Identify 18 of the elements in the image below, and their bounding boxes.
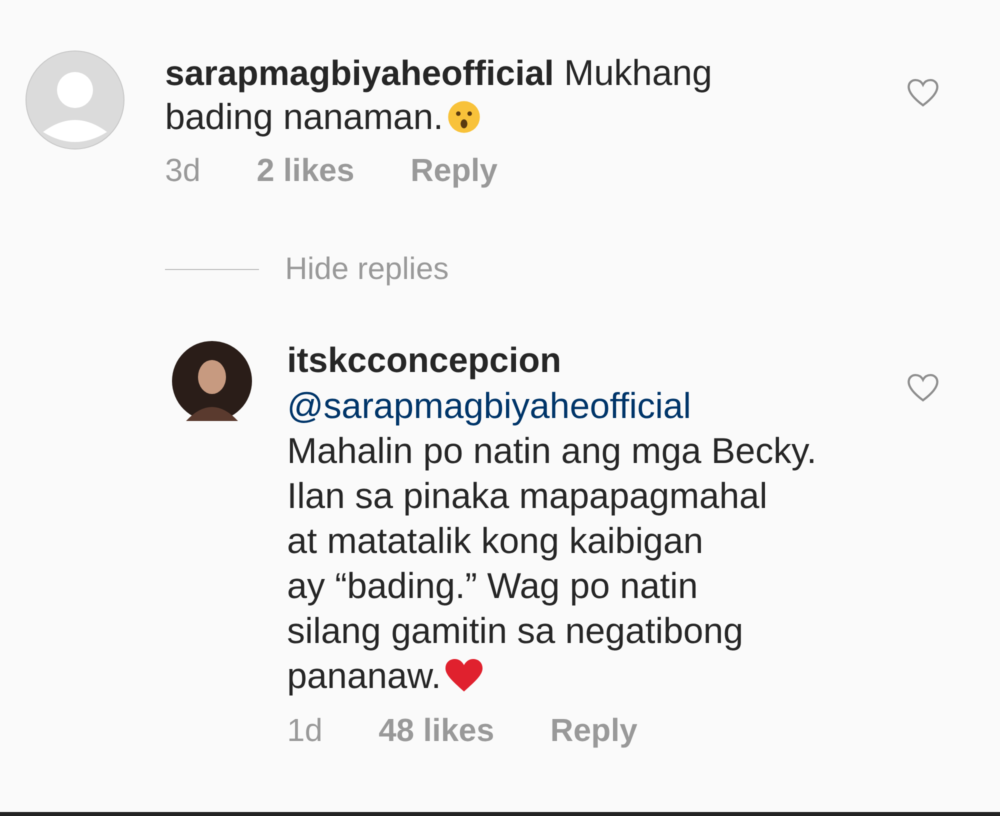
comment-time: 3d bbox=[165, 152, 201, 189]
likes-count[interactable]: 48 likes bbox=[378, 712, 494, 749]
comment-text: sarapmagbiyaheofficial Mukhang bading nanaman. bbox=[165, 52, 714, 138]
heart-icon[interactable] bbox=[906, 78, 940, 108]
username-link[interactable]: itskcconcepcion bbox=[287, 339, 906, 383]
likes-count[interactable]: 2 likes bbox=[256, 152, 354, 189]
mention-link[interactable]: @sarapmagbiyaheofficial bbox=[287, 383, 906, 428]
reply-link[interactable]: Reply bbox=[550, 712, 638, 749]
heart-icon[interactable] bbox=[906, 373, 940, 403]
avatar-icon bbox=[25, 50, 125, 150]
hide-replies-link[interactable]: Hide replies bbox=[285, 251, 449, 287]
comment-text: Mahalin po natin ang mga Becky. Ilan sa pinaka mapapagmahal at matatalik kong kaibigan ay “bading.” Wag po natin silang gamitin sa negatibong pananaw. bbox=[287, 429, 817, 698]
heart-icon bbox=[445, 659, 484, 693]
username-link[interactable]: sarapmagbiyaheofficial bbox=[165, 54, 554, 93]
comment-time: 1d bbox=[287, 712, 323, 749]
surprised-face-icon bbox=[447, 100, 482, 134]
avatar-icon bbox=[172, 341, 252, 421]
reply-link[interactable]: Reply bbox=[410, 152, 498, 189]
